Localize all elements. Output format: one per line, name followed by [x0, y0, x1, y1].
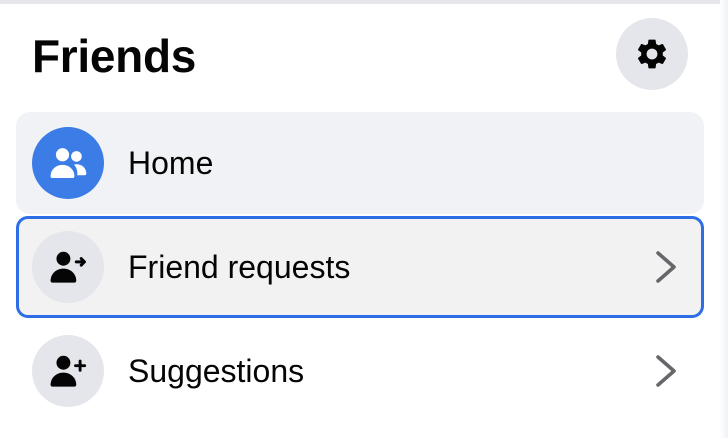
chevron-right-icon: [648, 249, 684, 285]
nav-item-label: Home: [128, 145, 214, 181]
home-icon-circle: [32, 127, 104, 199]
friends-nav: Home Friend requests Suggestions: [16, 112, 704, 424]
friend-requests-icon-circle: [32, 231, 104, 303]
nav-item-home[interactable]: Home: [16, 112, 704, 214]
page-title: Friends: [32, 30, 197, 82]
nav-item-label: Suggestions: [128, 353, 305, 389]
suggestions-icon-circle: [32, 335, 104, 407]
person-arrow-icon: [50, 251, 86, 283]
chevron-right-icon: [648, 353, 684, 389]
settings-button[interactable]: [616, 18, 688, 90]
nav-item-label: Friend requests: [128, 249, 351, 285]
friends-group-icon: [50, 148, 87, 179]
nav-item-suggestions[interactable]: Suggestions: [16, 320, 704, 422]
gear-icon: [637, 39, 667, 69]
nav-item-friend-requests[interactable]: Friend requests: [16, 216, 704, 318]
friends-header: Friends: [0, 0, 728, 112]
person-add-icon: [50, 355, 87, 387]
